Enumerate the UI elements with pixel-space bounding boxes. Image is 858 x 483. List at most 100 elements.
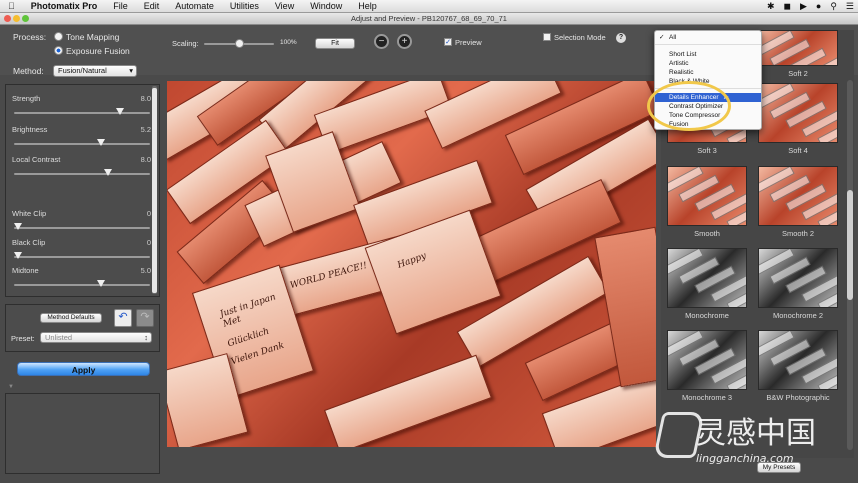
presets-scrollbar[interactable] — [847, 80, 853, 450]
preset-thumbnail-caption: B&W Photographic — [766, 393, 830, 402]
preset-thumbnail[interactable] — [667, 166, 747, 226]
slider-value: 8.0 — [140, 94, 151, 103]
preset-select[interactable]: Unlisted ↕ — [40, 332, 152, 343]
preset-thumbnail-caption: Soft 2 — [788, 69, 808, 78]
zoom-in-icon[interactable]: + — [397, 34, 412, 49]
chevron-down-icon: ▾ — [129, 66, 133, 75]
process-label: Process: — [13, 32, 47, 42]
search-icon[interactable]: ⚲ — [830, 1, 837, 12]
slider-value: 0 — [146, 238, 151, 247]
image-plank — [324, 354, 492, 447]
menu-window[interactable]: Window — [302, 0, 350, 12]
scaling-value: 100% — [280, 39, 297, 46]
slider-track[interactable] — [14, 227, 150, 229]
method-label: Method: — [13, 66, 44, 76]
preset-thumbnail[interactable] — [758, 166, 838, 226]
slider-value: 8.0 — [140, 155, 151, 164]
menu-app-name[interactable]: Photomatix Pro — [23, 0, 106, 12]
radio-exposure-fusion[interactable] — [54, 46, 63, 55]
preset-label: Preset: — [11, 334, 35, 343]
slider-label: Local Contrast — [12, 155, 61, 164]
chevron-updown-icon: ↕ — [144, 333, 148, 342]
minimize-window-button[interactable] — [13, 15, 20, 22]
radio-tone-mapping-label[interactable]: Tone Mapping — [66, 32, 119, 42]
preset-thumbnail[interactable] — [758, 30, 838, 66]
bluetooth-icon[interactable]: ✱ — [767, 1, 775, 12]
adjustments-scrollbar[interactable] — [152, 86, 157, 294]
preset-thumbnail[interactable] — [758, 248, 838, 308]
menu-help[interactable]: Help — [350, 0, 385, 12]
menu-item-all[interactable]: ✓ All — [655, 33, 761, 42]
history-panel — [5, 393, 160, 474]
adjustments-scrollbar-thumb[interactable] — [152, 88, 157, 293]
menu-item-artistic[interactable]: Artistic — [655, 59, 761, 68]
disclosure-triangle-icon[interactable]: ▼ — [8, 384, 14, 390]
apple-icon[interactable]:  — [0, 0, 23, 12]
slider-value: 0 — [146, 209, 151, 218]
help-button[interactable]: ? — [616, 33, 626, 43]
preset-thumbnail-caption: Monochrome 3 — [681, 393, 733, 402]
slider-knob[interactable] — [97, 280, 106, 287]
preset-thumbnail-caption: Smooth 2 — [781, 229, 815, 238]
close-window-button[interactable] — [4, 15, 11, 22]
slider-knob[interactable] — [103, 169, 112, 176]
undo-icon[interactable]: ↶ — [114, 309, 132, 327]
menu-view[interactable]: View — [267, 0, 302, 12]
watermark: 灵感中国 lingganchina.com — [653, 408, 856, 480]
volume-icon[interactable]: ▶ — [800, 1, 807, 12]
user-icon[interactable]: ● — [816, 1, 821, 11]
slider-label: White Clip — [12, 209, 47, 218]
zoom-out-icon[interactable]: − — [374, 34, 389, 49]
preview-image[interactable]: WORLD PEACE!! Just in Japan Met Glücklic… — [167, 81, 656, 447]
selection-mode-checkbox[interactable] — [543, 33, 551, 41]
radio-tone-mapping[interactable] — [54, 32, 63, 41]
preset-select-value: Unlisted — [45, 333, 73, 342]
method-select-value: Fusion/Natural — [58, 66, 107, 75]
menu-automate[interactable]: Automate — [167, 0, 222, 12]
slider-knob[interactable] — [116, 108, 125, 115]
preset-thumbnail[interactable] — [758, 330, 838, 390]
slider-track[interactable] — [14, 173, 150, 175]
slider-track[interactable] — [14, 284, 150, 286]
radio-exposure-fusion-label[interactable]: Exposure Fusion — [66, 46, 130, 56]
slider-knob[interactable] — [97, 139, 106, 146]
checkmark-icon: ✓ — [659, 34, 665, 41]
menu-utilities[interactable]: Utilities — [222, 0, 267, 12]
slider-label: Strength — [12, 94, 41, 103]
preset-thumbnail[interactable] — [758, 83, 838, 143]
slider-track[interactable] — [14, 143, 150, 145]
preset-thumbnail-caption: Soft 4 — [788, 146, 808, 155]
zoom-window-button[interactable] — [22, 15, 29, 22]
slider-track[interactable] — [14, 112, 150, 114]
status-icons: ✱ ◼ ▶ ● ⚲ ☰ — [767, 0, 854, 12]
method-defaults-button[interactable]: Method Defaults — [40, 313, 102, 323]
slider-knob[interactable] — [14, 252, 22, 259]
window-titlebar: Adjust and Preview - PB120767_68_69_70_7… — [0, 13, 858, 25]
preview-label: Preview — [455, 38, 482, 47]
menu-item-short-list[interactable]: Short List — [655, 50, 761, 59]
highlight-annotation — [647, 81, 731, 131]
scaling-slider-knob[interactable] — [234, 39, 244, 48]
slider-label: Black Clip — [12, 238, 46, 247]
scaling-label: Scaling: — [172, 39, 199, 48]
preset-thumbnail[interactable] — [667, 248, 747, 308]
wifi-icon[interactable]: ◼ — [783, 1, 790, 12]
redo-icon[interactable]: ↷ — [136, 309, 154, 327]
preset-thumbnail-caption: Monochrome — [685, 311, 729, 320]
menu-bar:  Photomatix Pro File Edit Automate Util… — [0, 0, 858, 13]
slider-knob[interactable] — [14, 223, 22, 230]
menu-file[interactable]: File — [105, 0, 136, 12]
apply-button[interactable]: Apply — [17, 362, 150, 376]
menu-item-realistic[interactable]: Realistic — [655, 68, 761, 77]
preset-thumbnail[interactable] — [667, 330, 747, 390]
list-icon[interactable]: ☰ — [846, 1, 854, 12]
method-select[interactable]: Fusion/Natural ▾ — [53, 65, 137, 77]
slider-label: Midtone — [12, 266, 39, 275]
presets-scrollbar-thumb[interactable] — [847, 190, 853, 300]
menu-edit[interactable]: Edit — [136, 0, 168, 12]
fit-button[interactable]: Fit — [315, 38, 355, 49]
slider-track[interactable] — [14, 256, 150, 258]
preset-thumbnail-caption: Smooth — [694, 229, 720, 238]
preview-checkbox[interactable]: ✓ — [444, 38, 452, 46]
slider-value: 5.0 — [140, 266, 151, 275]
